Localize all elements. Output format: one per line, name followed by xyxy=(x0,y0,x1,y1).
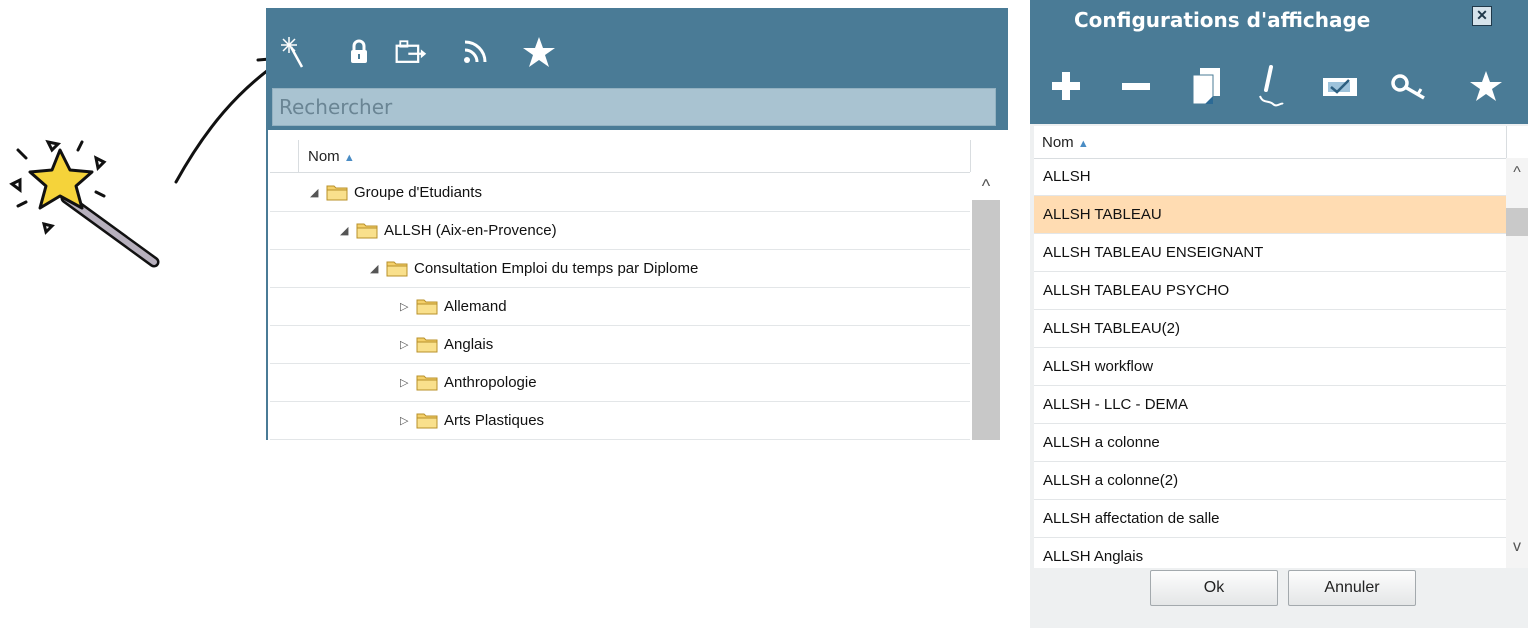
list-item[interactable]: ALLSH TABLEAU PSYCHO xyxy=(1034,272,1506,310)
cancel-button[interactable]: Annuler xyxy=(1288,570,1416,606)
search-input[interactable]: Rechercher xyxy=(272,88,996,126)
list-item[interactable]: ALLSH workflow xyxy=(1034,348,1506,386)
dialog-title: Configurations d'affichage xyxy=(1074,8,1371,32)
folder-icon xyxy=(326,185,348,201)
magic-wand-icon[interactable] xyxy=(278,32,312,72)
tree-node-label: Anthropologie xyxy=(444,374,537,391)
list-item[interactable]: ALLSH a colonne(2) xyxy=(1034,462,1506,500)
vertical-scrollbar[interactable] xyxy=(972,176,1000,440)
folder-icon xyxy=(386,261,408,277)
list-column-header[interactable]: Nom ▲ xyxy=(1034,126,1528,159)
tree-node[interactable]: ◢ Groupe d'Etudiants xyxy=(270,174,970,212)
tree-node[interactable]: ▷ Anglais xyxy=(270,326,970,364)
dialog-toolbar xyxy=(1030,44,1528,124)
list-item[interactable]: ALLSH xyxy=(1034,158,1506,196)
list-item[interactable]: ALLSH affectation de salle xyxy=(1034,500,1506,538)
expanded-triangle-icon[interactable]: ◢ xyxy=(310,186,318,199)
folder-icon xyxy=(356,223,378,239)
rss-icon[interactable] xyxy=(458,32,492,72)
tree-node-label: Allemand xyxy=(444,298,507,315)
expanded-triangle-icon[interactable]: ◢ xyxy=(370,262,378,275)
tree-node[interactable]: ▷ Anthropologie xyxy=(270,364,970,402)
tree-node[interactable]: ◢ Consultation Emploi du temps par Diplom… xyxy=(270,250,970,288)
list-item[interactable]: ALLSH TABLEAU ENSEIGNANT xyxy=(1034,234,1506,272)
tree-column-header[interactable]: Nom ▲ xyxy=(270,140,971,173)
tree-node-label: Groupe d'Etudiants xyxy=(354,184,482,201)
collapsed-triangle-icon[interactable]: ▷ xyxy=(400,300,408,313)
tree-toolbar: Rechercher xyxy=(268,8,1008,130)
header-divider xyxy=(970,140,971,172)
add-icon[interactable] xyxy=(1046,64,1086,108)
collapsed-triangle-icon[interactable]: ▷ xyxy=(400,376,408,389)
folder-icon xyxy=(416,375,438,391)
list-item[interactable]: ALLSH Anglais xyxy=(1034,538,1506,568)
collapsed-triangle-icon[interactable]: ▷ xyxy=(400,414,408,427)
ok-button[interactable]: Ok xyxy=(1150,570,1278,606)
list-item[interactable]: ALLSH TABLEAU xyxy=(1034,196,1506,234)
configurations-list: Nom ▲ ALLSH ALLSH TABLEAU ALLSH TABLEAU EN… xyxy=(1034,126,1528,568)
column-header-nom[interactable]: Nom ▲ xyxy=(308,148,355,165)
star-icon[interactable] xyxy=(522,32,556,72)
tree-node[interactable]: ◢ ALLSH (Aix-en-Provence) xyxy=(270,212,970,250)
header-spacer xyxy=(270,140,299,172)
copy-icon[interactable] xyxy=(1186,64,1226,108)
list-item[interactable]: ALLSH TABLEAU(2) xyxy=(1034,310,1506,348)
tree-node-label: ALLSH (Aix-en-Provence) xyxy=(384,222,557,239)
star-icon[interactable] xyxy=(1466,64,1506,108)
display-configurations-dialog: Configurations d'affichage ✕ Nom ▲ ALLSH… xyxy=(1030,0,1528,628)
scroll-up-arrow-icon[interactable]: ^ xyxy=(1506,162,1528,184)
tree-node-label: Consultation Emploi du temps par Diplome xyxy=(414,260,699,277)
key-icon[interactable] xyxy=(1390,64,1430,108)
header-divider xyxy=(1506,126,1507,158)
close-button[interactable]: ✕ xyxy=(1472,6,1492,26)
tree-node-label: Arts Plastiques xyxy=(444,412,545,429)
magic-wand-illustration xyxy=(9,56,284,268)
apply-icon[interactable] xyxy=(1320,64,1360,108)
tree-panel: Rechercher Nom ▲ ◢ Groupe d'Etudiants ◢ ALL… xyxy=(266,8,1008,440)
lock-icon[interactable] xyxy=(342,32,376,72)
folder-icon xyxy=(416,413,438,429)
tree-node[interactable]: ▷ Arts Plastiques xyxy=(270,402,970,440)
sort-ascending-icon: ▲ xyxy=(343,152,355,164)
column-header-nom[interactable]: Nom ▲ xyxy=(1042,134,1089,151)
export-icon[interactable] xyxy=(394,32,428,72)
tree-node-label: Anglais xyxy=(444,336,494,353)
folder-icon xyxy=(416,337,438,353)
expanded-triangle-icon[interactable]: ◢ xyxy=(340,224,348,237)
folder-icon xyxy=(416,299,438,315)
list-item[interactable]: ALLSH a colonne xyxy=(1034,424,1506,462)
scroll-down-arrow-icon[interactable]: v xyxy=(1506,536,1528,558)
collapsed-triangle-icon[interactable]: ▷ xyxy=(400,338,408,351)
dialog-titlebar: Configurations d'affichage ✕ xyxy=(1030,0,1528,44)
scroll-up-arrow-icon[interactable]: ^ xyxy=(972,172,1000,200)
remove-icon[interactable] xyxy=(1116,64,1156,108)
sort-ascending-icon: ▲ xyxy=(1077,138,1089,150)
list-item[interactable]: ALLSH - LLC - DEMA xyxy=(1034,386,1506,424)
edit-icon[interactable] xyxy=(1250,64,1290,108)
tree-node[interactable]: ▷ Allemand xyxy=(270,288,970,326)
scrollbar-thumb[interactable] xyxy=(1506,208,1528,236)
